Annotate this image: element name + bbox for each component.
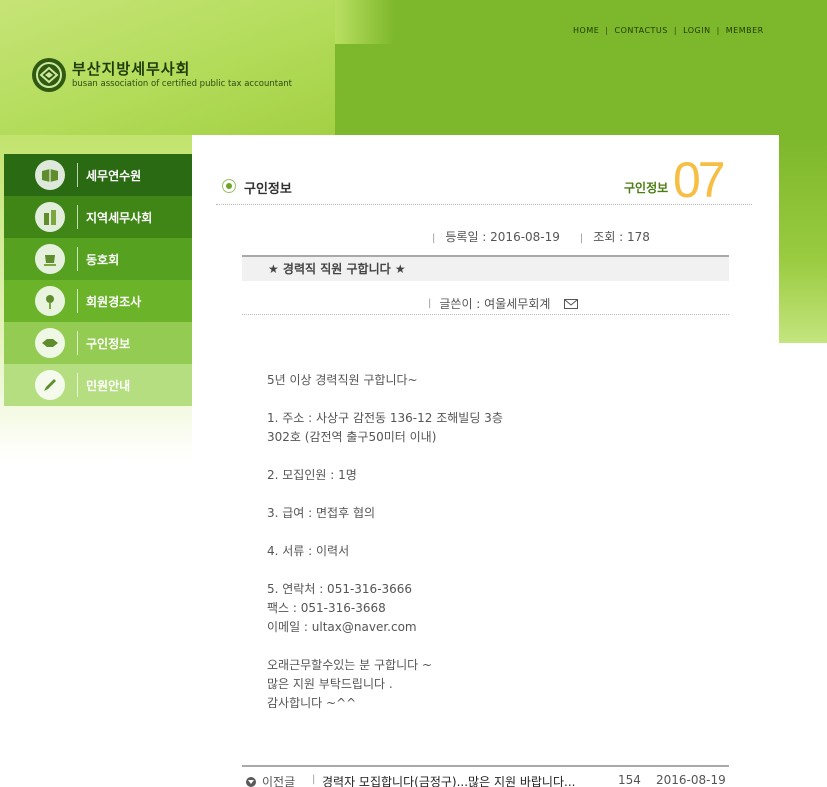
page-header: 구인정보 구인정보 07 (216, 152, 752, 208)
nav-separator: | (673, 25, 678, 35)
post-body: 5년 이상 경력직원 구합니다~ 1. 주소 : 사상구 감전동 136-12 … (267, 373, 503, 710)
nav-login-link[interactable]: LOGIN (683, 26, 711, 35)
post-subject: ★ 경력직 직원 구합니다 ★ (242, 255, 729, 281)
site-logo[interactable]: 부산지방세무사회 busan association of certified … (32, 58, 292, 92)
sidebar-divider (77, 247, 78, 271)
sidebar-item-label: 민원안내 (86, 378, 131, 393)
sidebar-item-club[interactable]: 동호회 (4, 238, 192, 280)
sidebar-item-label: 동호회 (86, 252, 120, 267)
chevron-down-icon (246, 776, 256, 787)
right-background (779, 135, 827, 343)
sidebar-divider (77, 373, 78, 397)
page-title: 구인정보 (244, 182, 292, 197)
post-writer-row: | 글쓴이 : 여울세무회계 (242, 292, 729, 315)
sidebar-item-label: 구인정보 (86, 336, 131, 351)
sidebar: 세무연수원 지역세무사회 동호회 회원경조사 구인정보 민원안내 (4, 154, 192, 406)
post-views: 조회 : 178 (593, 230, 650, 244)
book-icon (35, 160, 65, 190)
title-bullet-icon (222, 179, 236, 193)
nav-separator: | (605, 25, 609, 35)
prev-post-title-link[interactable]: 경력자 모집합니다(금정구)...많은 지원 바랍니다... (322, 773, 575, 787)
nav-home-link[interactable]: HOME (573, 26, 599, 35)
top-nav: HOME | CONTACTUS | LOGIN | MEMBER (573, 24, 764, 36)
sidebar-divider (77, 331, 78, 355)
sidebar-item-label: 세무연수원 (86, 168, 142, 183)
buildings-icon (35, 202, 65, 232)
sidebar-item-member-events[interactable]: 회원경조사 (4, 280, 192, 322)
sidebar-item-civil-guide[interactable]: 민원안내 (4, 364, 192, 406)
mail-icon[interactable] (564, 298, 579, 309)
header-fade (335, 0, 395, 44)
section-number: 07 (673, 152, 726, 208)
prev-post-row[interactable]: 이전글 | 경력자 모집합니다(금정구)...많은 지원 바랍니다... 154… (242, 765, 729, 787)
post-writer: 글쓴이 : 여울세무회계 (439, 297, 551, 311)
post-date: 등록일 : 2016-08-19 (445, 230, 560, 244)
prev-post-label: 이전글 (262, 775, 296, 787)
logo-emblem-icon (32, 58, 66, 92)
nav-contactus-link[interactable]: CONTACTUS (614, 26, 667, 35)
sidebar-item-label: 회원경조사 (86, 294, 142, 309)
prev-post-date: 2016-08-19 (656, 773, 726, 787)
sidebar-divider (77, 163, 78, 187)
breadcrumb: 구인정보 (624, 181, 669, 195)
pen-icon (35, 370, 65, 400)
logo-name-korean: 부산지방세무사회 (72, 60, 191, 78)
sidebar-item-regional-association[interactable]: 지역세무사회 (4, 196, 192, 238)
nav-member-link[interactable]: MEMBER (726, 26, 764, 35)
prev-post-views: 154 (618, 773, 641, 787)
logo-name-english: busan association of certified public ta… (72, 79, 293, 89)
sidebar-divider (77, 289, 78, 313)
sidebar-item-tax-institute[interactable]: 세무연수원 (4, 154, 192, 196)
handshake-icon (35, 328, 65, 358)
sidebar-item-job-info[interactable]: 구인정보 (4, 322, 192, 364)
content-panel: 구인정보 구인정보 07 | 등록일 : 2016-08-19 | 조회 : 178 … (192, 135, 779, 787)
sidebar-divider (77, 205, 78, 229)
flower-icon (35, 286, 65, 316)
nav-separator: | (716, 25, 720, 35)
sidebar-item-label: 지역세무사회 (86, 210, 153, 225)
cup-icon (35, 244, 65, 274)
post-meta: | 등록일 : 2016-08-19 | 조회 : 178 (432, 230, 650, 244)
